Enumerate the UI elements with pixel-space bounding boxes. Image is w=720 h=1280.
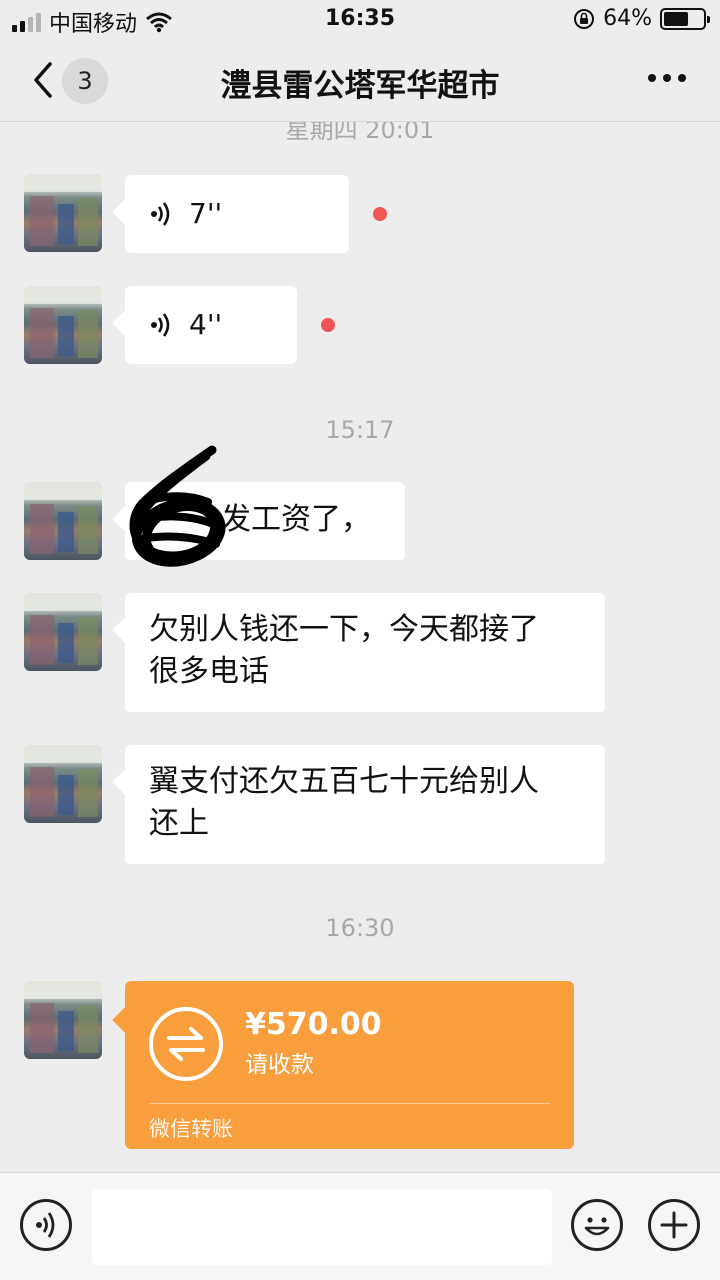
unread-voice-dot (373, 207, 387, 221)
input-bar (0, 1172, 720, 1280)
voice-message-bubble[interactable]: 4'' (125, 286, 297, 364)
transfer-divider (149, 1103, 550, 1104)
voice-duration: 4'' (189, 308, 223, 341)
chat-title: 澧县雷公塔军华超市 (220, 68, 500, 104)
avatar[interactable] (24, 174, 102, 252)
voice-wave-icon (151, 313, 170, 337)
redaction-scribble (129, 445, 226, 567)
battery-percent: 64% (603, 6, 652, 31)
text-message-bubble[interactable]: 欠别人钱还一下，今天都接了 很多电话 (125, 593, 605, 712)
voice-wave-icon (151, 202, 170, 226)
transfer-status: 请收款 (245, 1052, 314, 1078)
avatar[interactable] (24, 745, 102, 823)
voice-input-icon[interactable] (20, 1199, 72, 1251)
avatar[interactable] (24, 593, 102, 671)
voice-message-bubble[interactable]: 7'' (125, 175, 349, 253)
message-text: 发工资了， (221, 502, 371, 537)
text-message-bubble[interactable]: 翼支付还欠五百七十元给别人 还上 (125, 745, 605, 864)
battery-fill (664, 11, 689, 26)
unread-voice-dot (321, 318, 335, 332)
emoji-icon[interactable] (571, 1199, 623, 1251)
timestamp: 16:30 (325, 914, 395, 942)
avatar[interactable] (24, 981, 102, 1059)
message-text-line: 欠别人钱还一下，今天都接了 (149, 612, 539, 647)
avatar[interactable] (24, 286, 102, 364)
voice-duration: 7'' (189, 197, 223, 230)
transfer-card[interactable]: ¥570.00 请收款 微信转账 (125, 981, 574, 1149)
message-input[interactable] (92, 1189, 552, 1265)
battery-icon (660, 7, 710, 30)
transfer-source: 微信转账 (149, 1117, 233, 1141)
avatar[interactable] (24, 482, 102, 560)
timestamp: 15:17 (325, 416, 395, 444)
nav-bar: 3 澧县雷公塔军华超市 (0, 40, 720, 122)
message-text-line: 翼支付还欠五百七十元给别人 (149, 764, 539, 799)
plus-icon[interactable] (648, 1199, 700, 1251)
rotation-lock-icon (574, 8, 595, 29)
transfer-arrows-icon (149, 1007, 223, 1081)
message-text-line: 还上 (149, 806, 209, 841)
more-dots-icon[interactable] (648, 74, 686, 82)
status-bar: 中国移动 16:35 64% (0, 0, 720, 40)
message-text-line: 很多电话 (149, 654, 269, 689)
status-right: 64% (573, 6, 710, 31)
transfer-amount: ¥570.00 (245, 1007, 382, 1042)
